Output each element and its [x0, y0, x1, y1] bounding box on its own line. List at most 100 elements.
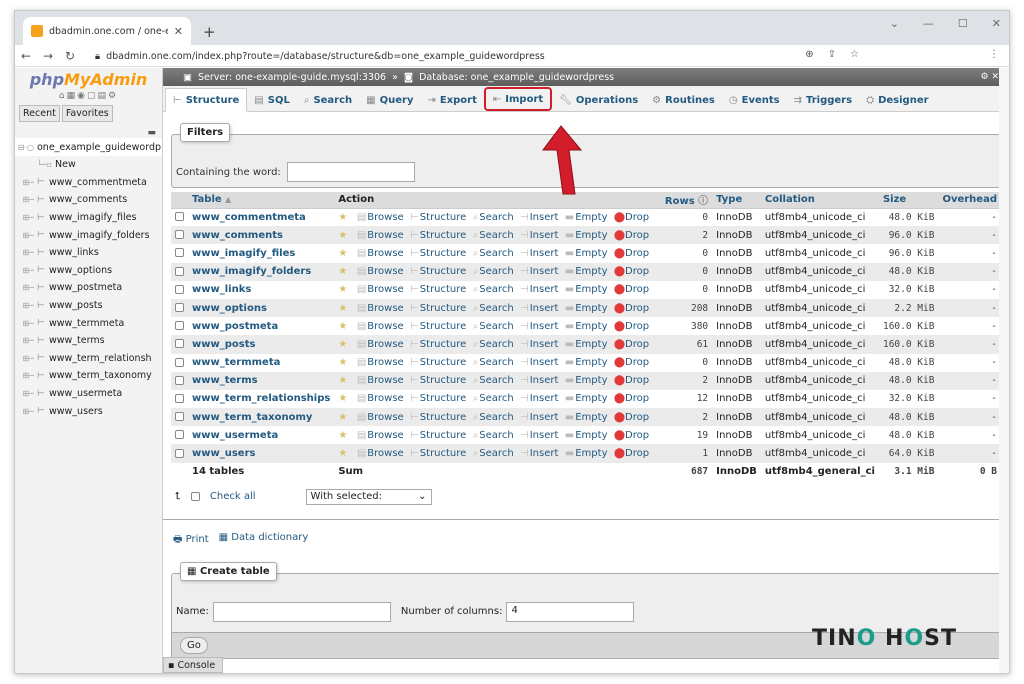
table-name-link[interactable]: www_options: [192, 303, 267, 314]
col-overhead[interactable]: Overhead: [942, 194, 997, 205]
insert-action[interactable]: ⊣Insert: [520, 321, 558, 332]
print-link[interactable]: 🖶︎ Print: [173, 532, 209, 549]
structure-action[interactable]: ⊢Structure: [410, 412, 466, 423]
size[interactable]: 48.0 KiB: [878, 353, 939, 372]
drop-action[interactable]: ⬤Drop: [614, 303, 649, 314]
insert-action[interactable]: ⊣Insert: [520, 375, 558, 386]
table-name-link[interactable]: www_postmeta: [192, 321, 278, 332]
insert-action[interactable]: ⊣Insert: [520, 448, 558, 459]
structure-action[interactable]: ⊢Structure: [410, 230, 466, 241]
browse-action[interactable]: ▤Browse: [357, 412, 404, 423]
empty-action[interactable]: ▬Empty: [565, 448, 608, 459]
insert-action[interactable]: ⊣Insert: [520, 339, 558, 350]
col-size[interactable]: Size: [883, 194, 906, 205]
empty-action[interactable]: ▬Empty: [565, 321, 608, 332]
tab-events[interactable]: ◷ Events: [722, 89, 787, 111]
empty-action[interactable]: ▬Empty: [565, 393, 608, 404]
table-name-link[interactable]: www_imagify_files: [192, 248, 295, 259]
breadcrumb-server[interactable]: Server: one-example-guide.mysql:3306: [198, 72, 386, 83]
search-action[interactable]: ⌕Search: [473, 339, 514, 350]
favorite-star-icon[interactable]: ★: [338, 375, 347, 386]
table-name-link[interactable]: www_links: [192, 284, 251, 295]
drop-action[interactable]: ⬤Drop: [614, 248, 649, 259]
search-action[interactable]: ⌕Search: [473, 248, 514, 259]
scrollbar[interactable]: [999, 68, 1009, 673]
empty-action[interactable]: ▬Empty: [565, 248, 608, 259]
tree-table-www_users[interactable]: ⊞─ ⊢ www_users: [15, 402, 162, 420]
favorite-star-icon[interactable]: ★: [338, 321, 347, 332]
size[interactable]: 48.0 KiB: [878, 208, 939, 227]
browse-action[interactable]: ▤Browse: [357, 430, 404, 441]
row-checkbox[interactable]: [175, 357, 184, 367]
row-checkbox[interactable]: [175, 212, 184, 222]
search-action[interactable]: ⌕Search: [473, 393, 514, 404]
empty-action[interactable]: ▬Empty: [565, 357, 608, 368]
size[interactable]: 32.0 KiB: [878, 389, 939, 409]
back-icon[interactable]: ←: [15, 49, 37, 63]
table-name-link[interactable]: www_terms: [192, 375, 258, 386]
tree-table-www_postmeta[interactable]: ⊞─ ⊢ www_postmeta: [15, 279, 162, 297]
row-checkbox[interactable]: [175, 284, 184, 294]
drop-action[interactable]: ⬤Drop: [614, 393, 649, 404]
tree-new-table[interactable]: └─▫ New: [15, 156, 162, 174]
row-checkbox[interactable]: [175, 248, 184, 258]
empty-action[interactable]: ▬Empty: [565, 339, 608, 350]
search-action[interactable]: ⌕Search: [473, 266, 514, 277]
drop-action[interactable]: ⬤Drop: [614, 212, 649, 223]
tab-triggers[interactable]: ⇉ Triggers: [787, 89, 859, 111]
size[interactable]: 160.0 KiB: [878, 335, 939, 354]
structure-action[interactable]: ⊢Structure: [410, 448, 466, 459]
tab-operations[interactable]: 🔧︎ Operations: [552, 89, 645, 111]
drop-action[interactable]: ⬤Drop: [614, 375, 649, 386]
insert-action[interactable]: ⊣Insert: [520, 303, 558, 314]
insert-action[interactable]: ⊣Insert: [520, 357, 558, 368]
favorite-star-icon[interactable]: ★: [338, 448, 347, 459]
collapse-icon[interactable]: ▬: [15, 128, 162, 138]
tab-designer[interactable]: ⛭ Designer: [859, 89, 935, 111]
browser-tab[interactable]: dbadmin.one.com / one-exampl ✕: [23, 17, 191, 45]
reload-icon[interactable]: ↻: [59, 49, 81, 63]
empty-action[interactable]: ▬Empty: [565, 266, 608, 277]
phpmyadmin-logo[interactable]: phpMyAdmin: [15, 70, 162, 89]
favorite-star-icon[interactable]: ★: [338, 430, 347, 441]
close-tab-icon[interactable]: ✕: [174, 25, 183, 38]
browse-action[interactable]: ▤Browse: [357, 448, 404, 459]
drop-action[interactable]: ⬤Drop: [614, 266, 649, 277]
tree-table-www_usermeta[interactable]: ⊞─ ⊢ www_usermeta: [15, 385, 162, 403]
tree-table-www_termmeta[interactable]: ⊞─ ⊢ www_termmeta: [15, 314, 162, 332]
drop-action[interactable]: ⬤Drop: [614, 430, 649, 441]
structure-action[interactable]: ⊢Structure: [410, 303, 466, 314]
table-name-link[interactable]: www_term_taxonomy: [192, 412, 312, 423]
drop-action[interactable]: ⬤Drop: [614, 339, 649, 350]
structure-action[interactable]: ⊢Structure: [410, 321, 466, 332]
search-action[interactable]: ⌕Search: [473, 284, 514, 295]
favorite-star-icon[interactable]: ★: [338, 284, 347, 295]
tree-table-www_links[interactable]: ⊞─ ⊢ www_links: [15, 244, 162, 262]
row-checkbox[interactable]: [175, 430, 184, 440]
url-field[interactable]: 🔒︎ dbadmin.one.com/index.php?route=/data…: [95, 47, 859, 65]
table-name-link[interactable]: www_posts: [192, 339, 255, 350]
structure-action[interactable]: ⊢Structure: [410, 248, 466, 259]
insert-action[interactable]: ⊣Insert: [520, 230, 558, 241]
browse-action[interactable]: ▤Browse: [357, 248, 404, 259]
favorite-star-icon[interactable]: ★: [338, 339, 347, 350]
drop-action[interactable]: ⬤Drop: [614, 357, 649, 368]
size[interactable]: 96.0 KiB: [878, 226, 939, 245]
search-action[interactable]: ⌕Search: [473, 230, 514, 241]
tab-sql[interactable]: ▤ SQL: [247, 89, 297, 111]
favorite-star-icon[interactable]: ★: [338, 212, 347, 223]
bookmark-star-icon[interactable]: ☆: [850, 49, 859, 60]
browse-action[interactable]: ▤Browse: [357, 339, 404, 350]
search-action[interactable]: ⌕Search: [473, 321, 514, 332]
tab-query[interactable]: ▦ Query: [359, 89, 420, 111]
search-action[interactable]: ⌕Search: [473, 303, 514, 314]
browse-action[interactable]: ▤Browse: [357, 284, 404, 295]
tab-export[interactable]: ⇥ Export: [420, 89, 483, 111]
row-checkbox[interactable]: [175, 339, 184, 349]
favorite-star-icon[interactable]: ★: [338, 357, 347, 368]
tree-table-www_imagify_folders[interactable]: ⊞─ ⊢ www_imagify_folders: [15, 226, 162, 244]
drop-action[interactable]: ⬤Drop: [614, 284, 649, 295]
tree-table-www_posts[interactable]: ⊞─ ⊢ www_posts: [15, 297, 162, 315]
browse-action[interactable]: ▤Browse: [357, 375, 404, 386]
row-checkbox[interactable]: [175, 393, 184, 403]
